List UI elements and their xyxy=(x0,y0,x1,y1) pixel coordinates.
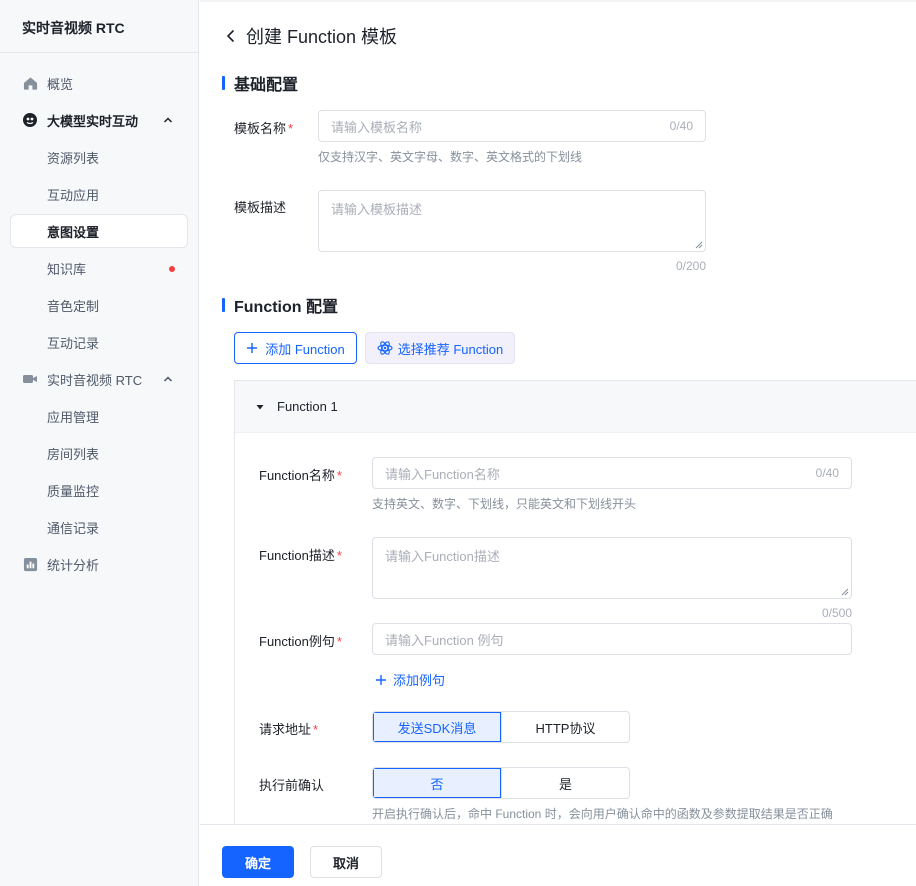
request-url-segmented: 发送SDK消息 HTTP协议 xyxy=(372,711,630,743)
notification-dot xyxy=(169,266,175,272)
function-panel: Function 1 xyxy=(234,380,916,830)
required-mark: * xyxy=(313,722,319,737)
sidebar-item-label: 音色定制 xyxy=(47,298,100,314)
required-mark: * xyxy=(336,468,342,483)
resize-handle-icon[interactable] xyxy=(841,588,849,596)
sidebar-item-app-management[interactable]: 应用管理 xyxy=(10,399,188,433)
caret-down-icon xyxy=(256,404,264,409)
sidebar-item-label: 互动记录 xyxy=(47,335,100,351)
template-desc-count: 0/200 xyxy=(675,259,706,273)
main-content: 创建 Function 模板 基础配置 模板名称 * 请输入模板名称 0/40 仅… xyxy=(200,0,916,886)
sidebar-item-label: 房间列表 xyxy=(47,446,100,462)
sidebar-item-call-records[interactable]: 通信记录 xyxy=(10,510,188,544)
confirm-before-exec-label: 执行前确认 xyxy=(259,778,325,793)
function-desc-label: Function描述 * xyxy=(259,548,342,563)
function-desc-count: 0/500 xyxy=(821,606,852,620)
sidebar-item-statistics[interactable]: 统计分析 xyxy=(10,547,188,581)
sidebar-item-label: 统计分析 xyxy=(47,557,100,573)
section-title-function: Function 配置 xyxy=(222,295,338,316)
function-example-label: Function例句 * xyxy=(259,634,342,649)
plus-icon xyxy=(376,674,386,685)
sidebar-item-label: 意图设置 xyxy=(47,224,100,240)
sidebar-item-knowledge-base[interactable]: 知识库 xyxy=(10,251,188,285)
page-header: 创建 Function 模板 xyxy=(222,24,397,48)
template-desc-textarea[interactable]: 请输入模板描述 xyxy=(318,190,706,252)
function-panel-title: Function 1 xyxy=(277,399,338,414)
sidebar-item-resource-list[interactable]: 资源列表 xyxy=(10,140,188,174)
option-yes[interactable]: 是 xyxy=(501,768,629,798)
page-title: 创建 Function 模板 xyxy=(246,27,398,47)
function-name-hint: 支持英文、数字、下划线，只能英文和下划线开头 xyxy=(372,497,637,511)
ai-brain-icon xyxy=(22,112,38,128)
sidebar-item-voice-customization[interactable]: 音色定制 xyxy=(10,288,188,322)
sidebar-item-label: 实时音视频 RTC xyxy=(47,372,143,388)
confirm-hint: 开启执行确认后，命中 Function 时，会向用户确认命中的函数及参数提取结果… xyxy=(372,807,833,821)
option-no[interactable]: 否 xyxy=(373,768,501,798)
required-mark: * xyxy=(336,634,342,649)
sidebar-item-label: 知识库 xyxy=(47,261,87,277)
request-url-label: 请求地址 * xyxy=(259,722,319,737)
add-function-button[interactable]: 添加 Function xyxy=(234,332,357,364)
sidebar-item-llm-interaction[interactable]: 大模型实时互动 xyxy=(10,103,188,137)
sidebar-item-room-list[interactable]: 房间列表 xyxy=(10,436,188,470)
confirm-before-exec-segmented: 否 是 xyxy=(372,767,630,799)
function-desc-textarea[interactable]: 请输入Function描述 xyxy=(372,537,852,599)
sidebar-item-label: 互动应用 xyxy=(47,187,100,203)
sidebar-title: 实时音视频 RTC xyxy=(0,0,198,53)
function-name-label: Function名称 * xyxy=(259,468,342,483)
cancel-button[interactable]: 取消 xyxy=(310,846,382,878)
function-name-input[interactable]: 请输入Function名称 0/40 xyxy=(372,457,852,489)
option-send-sdk-message[interactable]: 发送SDK消息 xyxy=(373,712,501,742)
resize-handle-icon[interactable] xyxy=(695,241,703,249)
sidebar-item-label: 质量监控 xyxy=(47,483,100,499)
sidebar-item-intent-settings[interactable]: 意图设置 xyxy=(10,214,188,248)
template-name-label: 模板名称 * xyxy=(234,121,294,136)
template-name-hint: 仅支持汉字、英文字母、数字、英文格式的下划线 xyxy=(318,150,583,164)
section-title-basic: 基础配置 xyxy=(222,73,298,94)
add-example-link[interactable]: 添加例句 xyxy=(375,670,445,689)
atom-icon xyxy=(377,341,393,355)
sidebar: 实时音视频 RTC 概览 大模型实时互动 资源列表 互动应用 意图设置 知识库 xyxy=(0,0,199,886)
function-example-input[interactable]: 请输入Function 例句 xyxy=(372,623,852,655)
sidebar-item-label: 应用管理 xyxy=(47,409,100,425)
video-camera-icon xyxy=(22,371,38,387)
sidebar-item-label: 通信记录 xyxy=(47,520,100,536)
sidebar-item-interactive-apps[interactable]: 互动应用 xyxy=(10,177,188,211)
bar-chart-icon xyxy=(22,556,38,572)
chevron-up-icon[interactable] xyxy=(162,114,174,126)
required-mark: * xyxy=(336,548,342,563)
chevron-left-icon[interactable] xyxy=(222,27,240,45)
sidebar-item-overview[interactable]: 概览 xyxy=(10,66,188,100)
template-desc-label: 模板描述 xyxy=(234,200,287,215)
sidebar-item-quality-monitor[interactable]: 质量监控 xyxy=(10,473,188,507)
template-name-input[interactable]: 请输入模板名称 0/40 xyxy=(318,110,706,142)
option-http-protocol[interactable]: HTTP协议 xyxy=(501,712,629,742)
plus-icon xyxy=(247,343,258,353)
sidebar-item-label: 资源列表 xyxy=(47,150,100,166)
sidebar-item-label: 大模型实时互动 xyxy=(47,113,139,129)
sidebar-item-label: 概览 xyxy=(47,76,74,92)
function-panel-header[interactable]: Function 1 xyxy=(235,381,916,433)
required-mark: * xyxy=(288,121,294,136)
recommend-function-button[interactable]: 选择推荐 Function xyxy=(365,332,515,364)
footer-bar: 确定 取消 xyxy=(200,824,916,886)
home-icon xyxy=(22,75,38,91)
chevron-up-icon[interactable] xyxy=(162,373,174,385)
sidebar-item-rtc[interactable]: 实时音视频 RTC xyxy=(10,362,188,396)
sidebar-nav: 概览 大模型实时互动 资源列表 互动应用 意图设置 知识库 音色定制 互动记录 xyxy=(0,53,198,581)
sidebar-item-interaction-records[interactable]: 互动记录 xyxy=(10,325,188,359)
confirm-button[interactable]: 确定 xyxy=(222,846,294,878)
